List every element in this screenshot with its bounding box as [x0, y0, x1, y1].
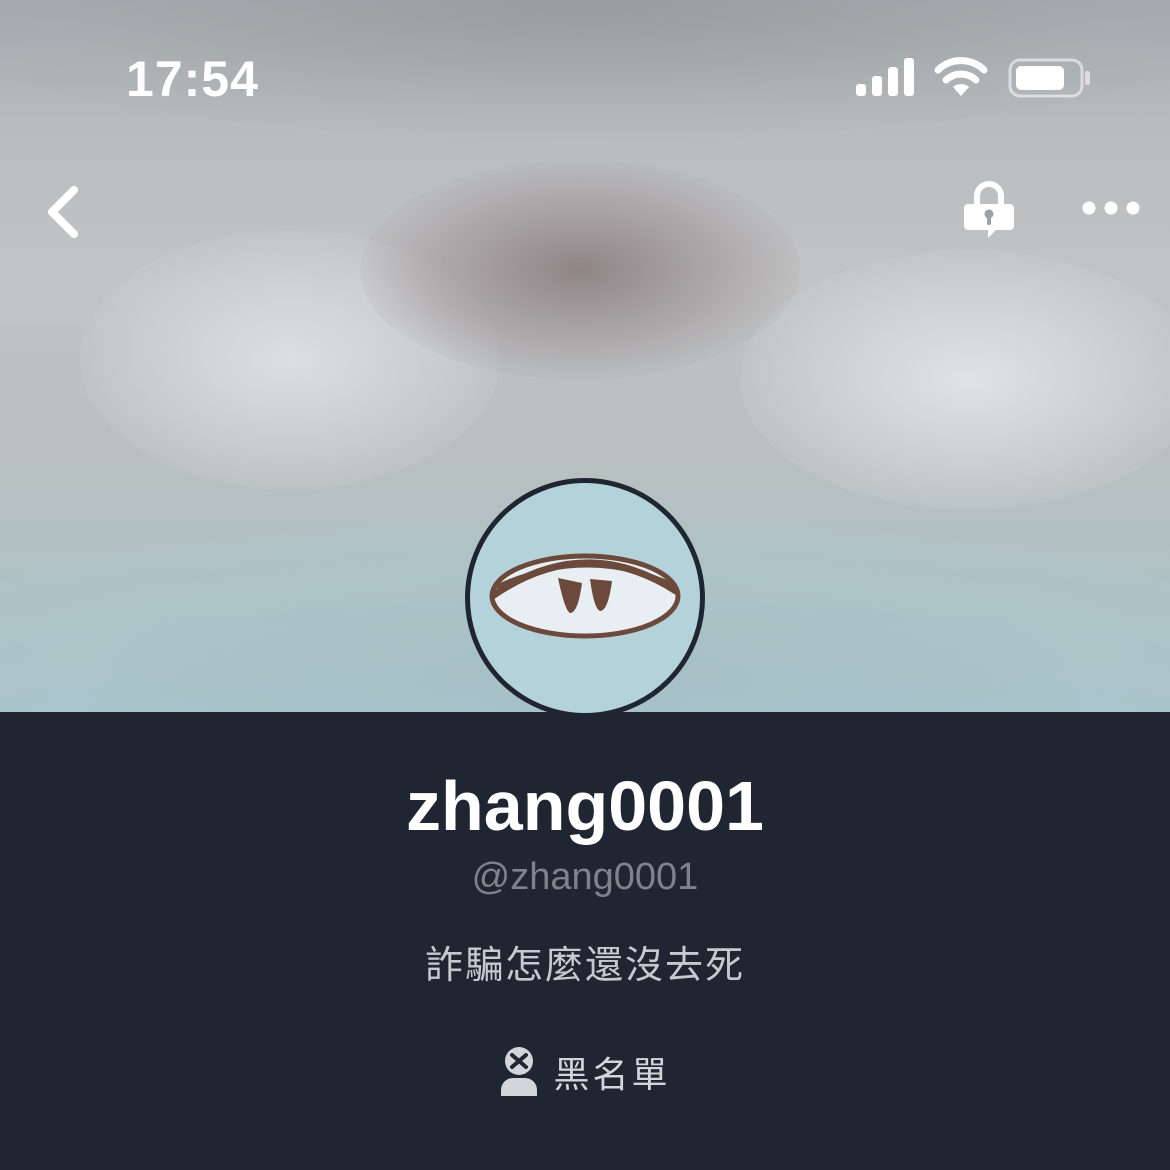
status-message: 詐騙怎麼還沒去死 — [424, 943, 745, 987]
back-button[interactable] — [40, 184, 90, 240]
cover-blur-dark-center — [360, 160, 800, 380]
profile-avatar[interactable] — [465, 478, 705, 718]
ellipsis-icon — [1082, 201, 1140, 215]
more-options-button[interactable] — [1078, 190, 1144, 226]
blocklist-button[interactable]: 黑名單 — [0, 1046, 1170, 1098]
chevron-left-icon — [48, 186, 78, 238]
sleepy-eye-avatar-icon — [489, 553, 681, 639]
user-blocked-icon — [501, 1047, 538, 1096]
cover-blur-highlight-right — [740, 250, 1170, 510]
blocklist-label: 黑名單 — [553, 1055, 671, 1096]
status-time: 17:54 — [126, 51, 259, 107]
lock-chat-icon — [964, 181, 1014, 238]
privacy-lock-button[interactable] — [960, 176, 1018, 242]
user-handle: @zhang0001 — [471, 856, 699, 898]
wifi-icon — [934, 57, 988, 96]
profile-screen: 17:54 zhang0001 @zhang0001 詐騙怎麼還沒去死 黑名單 — [0, 0, 1170, 1170]
cellular-signal-icon — [856, 58, 914, 96]
battery-icon — [1008, 58, 1090, 98]
display-name: zhang0001 — [406, 767, 764, 845]
status-bar: 17:54 — [0, 0, 1170, 150]
